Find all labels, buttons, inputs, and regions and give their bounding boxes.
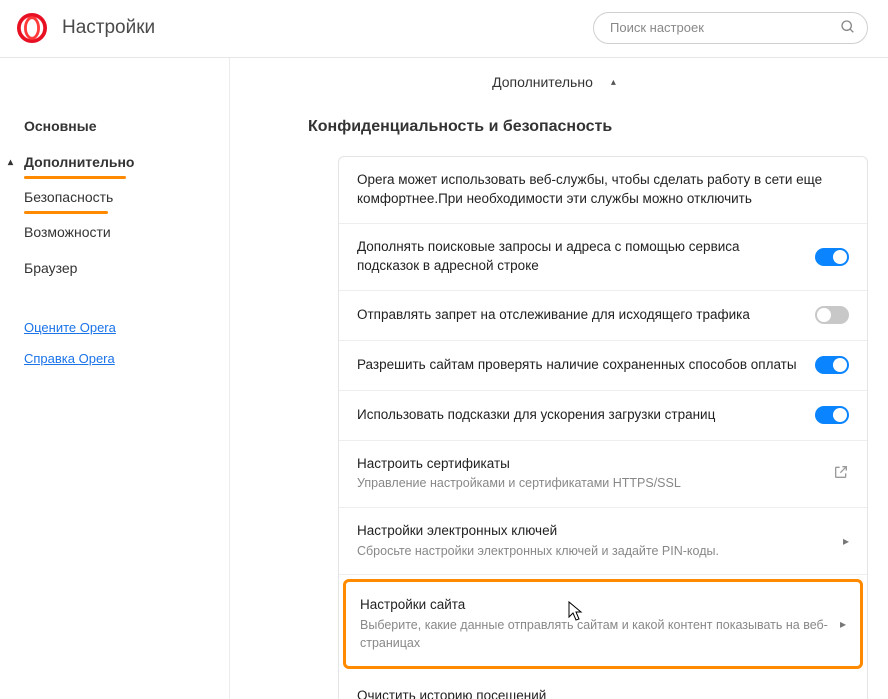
sidebar-item-label: Основные [24,118,97,134]
settings-card: Opera может использовать веб-службы, что… [338,156,868,699]
app-header: Настройки [0,0,888,58]
settings-row-1[interactable]: Дополнять поисковые запросы и адреса с п… [339,224,867,291]
search-box [593,12,868,44]
row-title: Opera может использовать веб-службы, что… [357,171,849,209]
sidebar-item-label: Возможности [24,224,111,240]
row-subtitle: Выберите, какие данные отправлять сайтам… [360,617,828,652]
chevron-right-icon: ▸ [840,617,846,631]
row-title: Настройки электронных ключей [357,522,831,541]
row-title: Дополнять поисковые запросы и адреса с п… [357,238,803,276]
row-title: Настройки сайта [360,596,828,615]
row-title: Очистить историю посещений [357,687,831,699]
sidebar-item-1[interactable]: Дополнительно [0,144,229,180]
row-text: Разрешить сайтам проверять наличие сохра… [357,356,803,375]
settings-row-2[interactable]: Отправлять запрет на отслеживание для ис… [339,291,867,341]
toggle-switch[interactable] [815,406,849,424]
sidebar-item-label: Браузер [24,260,77,276]
row-text: Очистить историю посещенийУдалить файлы … [357,687,831,699]
search-icon [840,19,856,38]
sidebar-item-label: Дополнительно [24,154,134,170]
opera-logo-icon [16,12,48,44]
sidebar-item-3[interactable]: Возможности [0,214,229,250]
row-title: Отправлять запрет на отслеживание для ис… [357,306,803,325]
section-title: Конфиденциальность и безопасность [230,118,878,136]
row-subtitle: Управление настройками и сертификатами H… [357,475,821,493]
chevron-up-icon: ▴ [611,77,616,88]
sidebar-item-label: Безопасность [24,189,113,205]
sidebar-link-0[interactable]: Оцените Opera [24,320,229,335]
row-text: Отправлять запрет на отслеживание для ис… [357,306,803,325]
main-content: Дополнительно ▴ Конфиденциальность и без… [230,58,888,699]
row-subtitle: Сбросьте настройки электронных ключей и … [357,543,831,561]
toggle-switch[interactable] [815,306,849,324]
row-text: Настройки сайта Выберите, какие данные от… [360,596,828,652]
row-text: Настройки электронных ключей Сбросьте нас… [357,522,831,560]
settings-row-7[interactable]: Настройки сайта Выберите, какие данные от… [343,579,863,669]
breadcrumb-label: Дополнительно [492,74,593,90]
settings-row-6[interactable]: Настройки электронных ключей Сбросьте нас… [339,508,867,575]
sidebar-item-4[interactable]: Браузер [0,250,229,286]
settings-row-8[interactable]: Очистить историю посещенийУдалить файлы … [339,673,867,699]
row-text: Дополнять поисковые запросы и адреса с п… [357,238,803,276]
row-text: Opera может использовать веб-службы, что… [357,171,849,209]
settings-row-3[interactable]: Разрешить сайтам проверять наличие сохра… [339,341,867,391]
settings-row-5[interactable]: Настроить сертификатыУправление настройк… [339,441,867,508]
page-title: Настройки [62,17,593,39]
row-title: Настроить сертификаты [357,455,821,474]
row-title: Использовать подсказки для ускорения заг… [357,406,803,425]
row-text: Использовать подсказки для ускорения заг… [357,406,803,425]
external-link-icon [833,464,849,483]
chevron-right-icon: ▸ [843,534,849,548]
search-input[interactable] [593,12,868,44]
settings-row-4[interactable]: Использовать подсказки для ускорения заг… [339,391,867,441]
toggle-switch[interactable] [815,356,849,374]
toggle-switch[interactable] [815,248,849,266]
row-title: Разрешить сайтам проверять наличие сохра… [357,356,803,375]
settings-row-0: Opera может использовать веб-службы, что… [339,157,867,224]
sidebar-link-1[interactable]: Справка Opera [24,351,229,366]
sidebar-item-2[interactable]: Безопасность [0,179,229,215]
row-text: Настроить сертификатыУправление настройк… [357,455,821,493]
sidebar-item-0[interactable]: Основные [0,108,229,144]
sidebar: Основные Дополнительно Безопасность Возможн… [0,58,230,699]
breadcrumb[interactable]: Дополнительно ▴ [230,58,878,118]
